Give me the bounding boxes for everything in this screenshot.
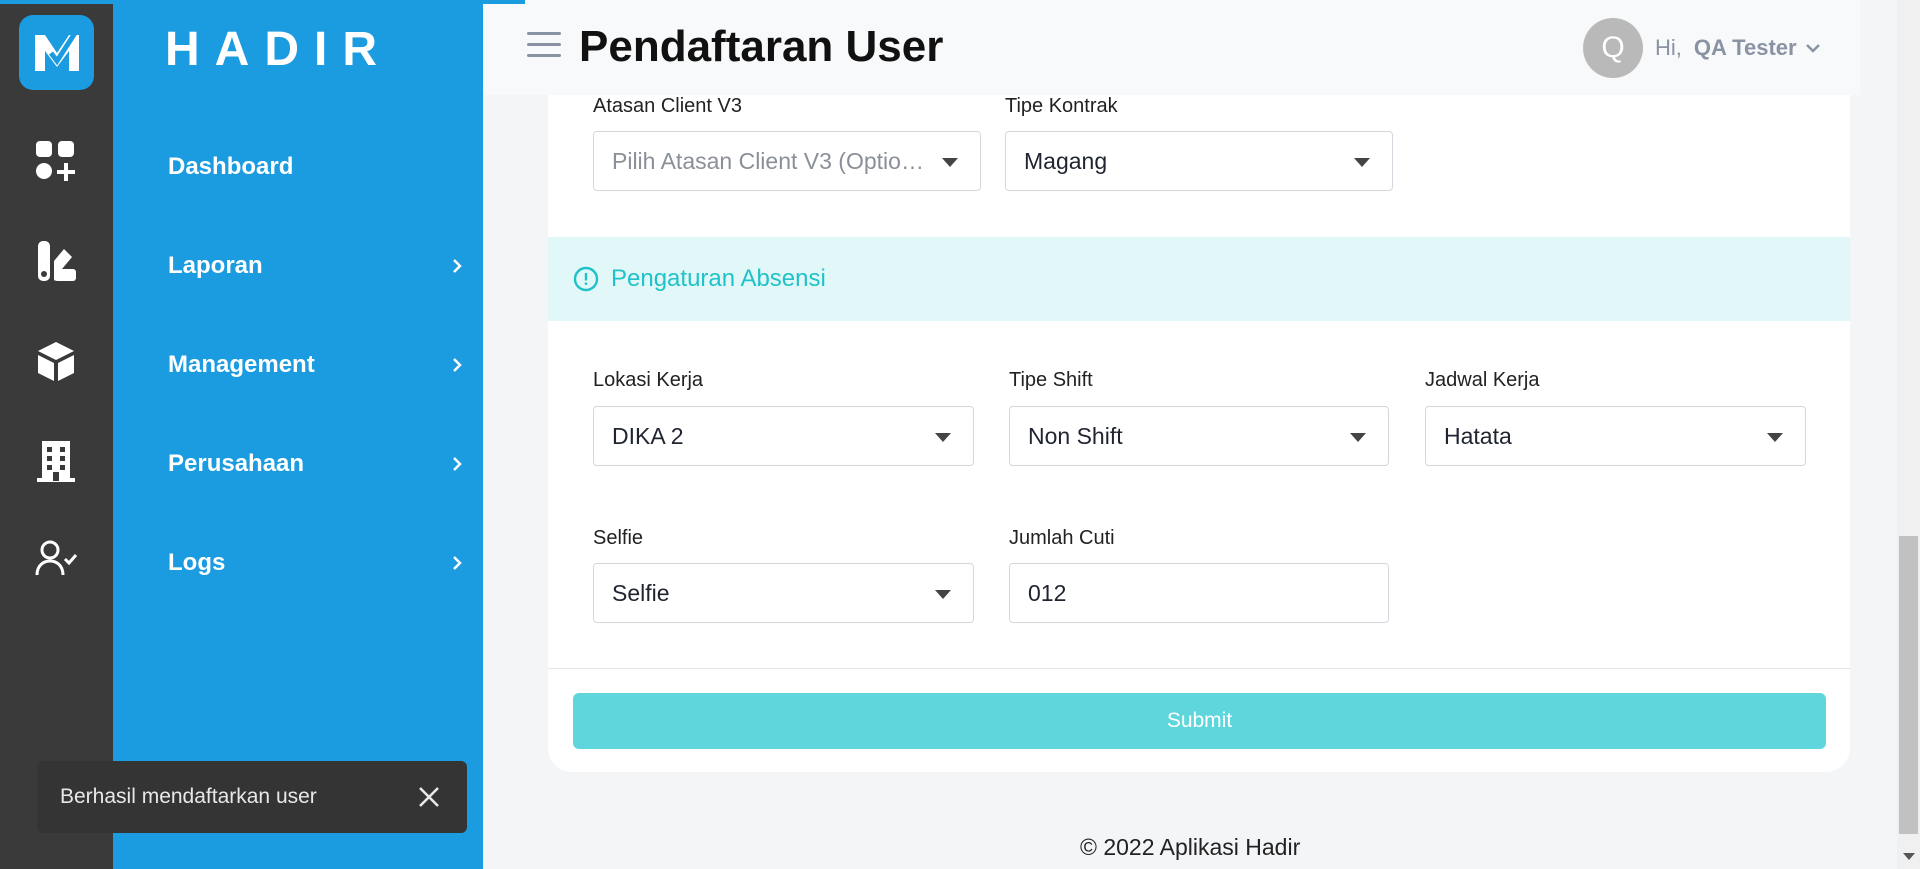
atasan-client-label: Atasan Client V3 <box>593 95 742 117</box>
section-title: Pengaturan Absensi <box>611 265 826 292</box>
brand-logo-text: HADIR <box>165 23 392 76</box>
atasan-client-placeholder: Pilih Atasan Client V3 (Optional) <box>612 147 930 174</box>
sidebar-item-label: Logs <box>168 549 226 576</box>
report-chart-icon[interactable] <box>30 235 82 287</box>
caret-down-icon <box>935 590 951 599</box>
footer-copyright: © 2022 Aplikasi Hadir <box>1080 834 1301 860</box>
widgets-add-icon[interactable] <box>30 135 82 187</box>
user-menu[interactable]: Q Hi, QA Tester <box>1583 18 1823 78</box>
selfie-label: Selfie <box>593 527 644 549</box>
sidebar-item-dashboard[interactable]: Dashboard <box>168 142 468 192</box>
submit-button[interactable]: Submit <box>573 693 1826 749</box>
tipe-shift-select[interactable]: Non Shift <box>1009 406 1389 466</box>
registration-form-card: Atasan Client V3 Pilih Atasan Client V3 … <box>548 60 1850 772</box>
close-icon[interactable] <box>415 783 443 811</box>
caret-down-icon <box>1767 433 1783 442</box>
scroll-down-arrow-icon[interactable] <box>1903 853 1915 860</box>
loading-progress-bar <box>0 0 525 4</box>
jadwal-kerja-value: Hatata <box>1444 422 1512 449</box>
top-header: Pendaftaran User Q Hi, QA Tester <box>483 0 1860 95</box>
caret-down-icon <box>1350 433 1366 442</box>
app-logo-icon[interactable] <box>19 15 94 90</box>
sidebar-item-perusahaan[interactable]: Perusahaan <box>168 439 468 489</box>
sidebar-item-label: Management <box>168 351 315 378</box>
sidebar-item-label: Perusahaan <box>168 450 305 477</box>
page-scrollbar[interactable] <box>1897 0 1920 869</box>
chevron-right-icon <box>453 457 462 471</box>
divider <box>548 668 1850 669</box>
toast-message: Berhasil mendaftarkan user <box>60 785 317 808</box>
icon-rail <box>0 0 113 869</box>
lokasi-kerja-value: DIKA 2 <box>612 422 684 449</box>
jadwal-kerja-label: Jadwal Kerja <box>1425 369 1540 391</box>
jumlah-cuti-input[interactable]: 012 <box>1009 563 1389 623</box>
chevron-right-icon <box>453 358 462 372</box>
jadwal-kerja-select[interactable]: Hatata <box>1425 406 1806 466</box>
chevron-down-icon <box>1805 44 1820 53</box>
tipe-shift-value: Non Shift <box>1028 422 1123 449</box>
tipe-kontrak-value: Magang <box>1024 147 1108 174</box>
sidebar-item-management[interactable]: Management <box>168 340 468 390</box>
tipe-shift-label: Tipe Shift <box>1009 369 1093 391</box>
sidebar-item-logs[interactable]: Logs <box>168 538 468 588</box>
sidebar-item-laporan[interactable]: Laporan <box>168 241 468 291</box>
sidebar-item-label: Dashboard <box>168 153 294 180</box>
sidebar-item-label: Laporan <box>168 252 263 279</box>
jumlah-cuti-value: 012 <box>1028 579 1067 606</box>
lokasi-kerja-label: Lokasi Kerja <box>593 369 704 391</box>
user-check-icon[interactable] <box>30 533 82 585</box>
avatar: Q <box>1583 18 1643 78</box>
atasan-client-select[interactable]: Pilih Atasan Client V3 (Optional) <box>593 131 981 191</box>
lokasi-kerja-select[interactable]: DIKA 2 <box>593 406 974 466</box>
success-toast: Berhasil mendaftarkan user <box>37 761 467 833</box>
caret-down-icon <box>942 158 958 167</box>
caret-down-icon <box>1354 158 1370 167</box>
user-name: QA Tester <box>1693 35 1797 60</box>
tipe-kontrak-label: Tipe Kontrak <box>1005 95 1118 117</box>
info-circle-icon <box>573 266 599 292</box>
building-icon[interactable] <box>30 435 82 487</box>
sidebar: HADIR Dashboard Laporan Management Perus… <box>113 0 483 869</box>
jumlah-cuti-label: Jumlah Cuti <box>1009 527 1115 549</box>
chevron-right-icon <box>453 556 462 570</box>
greeting-text: Hi, <box>1655 35 1682 60</box>
chevron-right-icon <box>453 259 462 273</box>
menu-toggle-icon[interactable] <box>527 32 561 60</box>
section-header-absensi: Pengaturan Absensi <box>548 237 1850 321</box>
selfie-select[interactable]: Selfie <box>593 563 974 623</box>
caret-down-icon <box>935 433 951 442</box>
selfie-value: Selfie <box>612 579 670 606</box>
cube-box-icon[interactable] <box>30 335 82 387</box>
page-title: Pendaftaran User <box>579 22 944 71</box>
tipe-kontrak-select[interactable]: Magang <box>1005 131 1393 191</box>
scrollbar-thumb[interactable] <box>1899 536 1918 834</box>
